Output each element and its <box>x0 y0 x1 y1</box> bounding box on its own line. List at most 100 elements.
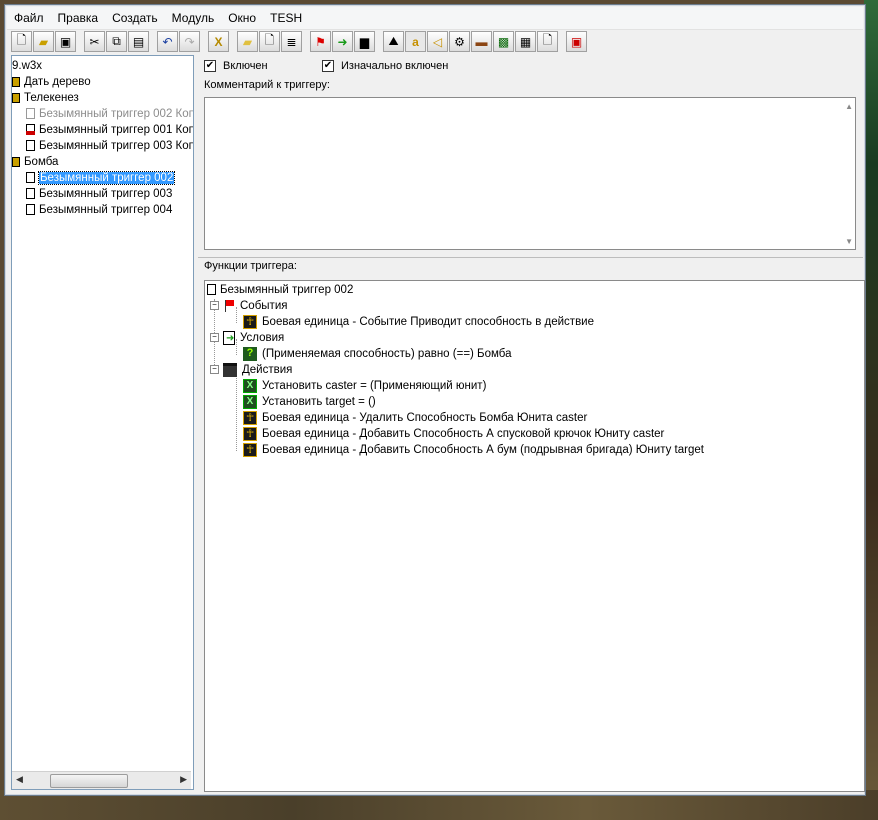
enabled-checkbox-row[interactable]: ✔ Включен <box>204 59 268 73</box>
action-item[interactable]: Боевая единица - Добавить Способность А … <box>243 426 664 442</box>
tree-trigger-item[interactable]: Безымянный триггер 003 <box>26 186 172 202</box>
panel-splitter[interactable] <box>198 257 863 264</box>
scrollbar-thumb[interactable] <box>50 774 128 788</box>
trigger-editor-button[interactable]: a <box>405 31 426 52</box>
sound-icon: ◁ <box>432 34 443 49</box>
action-item[interactable]: Боевая единица - Удалить Способность Бом… <box>243 410 587 426</box>
action-item[interactable]: Боевая единица - Добавить Способность А … <box>243 442 704 458</box>
event-item[interactable]: Боевая единица - Событие Приводит способ… <box>243 314 594 330</box>
action-item[interactable]: X Установить caster = (Применяющий юнит) <box>243 378 486 394</box>
tree-trigger-item[interactable]: Безымянный триггер 003 Копия <box>26 138 193 154</box>
events-node[interactable]: − События <box>210 298 287 314</box>
actions-label: Действия <box>242 364 293 376</box>
folder-icon <box>12 76 20 87</box>
toolbar: 🗋 ▰ ▣ ✂ ⧉ ▤ ↶ ↷ X ▰ 🗋 ≣ ⚑ ➜ ▆ ⛰ a ◁ ⚙ ▬ … <box>11 31 588 53</box>
tree-trigger-item-selected[interactable]: Безымянный триггер 002 <box>26 170 176 186</box>
scroll-left-icon[interactable]: ◀ <box>16 774 23 785</box>
tree-item-label: Бомба <box>24 156 59 168</box>
tree-folder-item[interactable]: Дать дерево <box>12 74 91 90</box>
new-document-icon: 🗋 <box>264 33 275 47</box>
trigger-icon <box>26 140 35 152</box>
new-button[interactable]: 🗋 <box>11 31 32 52</box>
unit-icon <box>243 442 257 458</box>
unit-icon <box>243 410 257 426</box>
test-map-button[interactable]: ▣ <box>566 31 587 52</box>
tree-item-label: Безымянный триггер 004 <box>39 204 173 216</box>
scroll-up-icon[interactable]: ▲ <box>845 102 853 111</box>
tree-folder-item[interactable]: Бомба <box>12 154 58 170</box>
condition-item[interactable]: ? (Применяемая способность) равно (==) Бо… <box>243 346 512 362</box>
tree-trigger-item[interactable]: Безымянный триггер 004 <box>26 202 172 218</box>
set-variable-icon: X <box>243 378 257 393</box>
unit-editor-icon: ▩ <box>497 34 510 49</box>
cut-button[interactable]: ✂ <box>84 31 105 52</box>
new-event-button[interactable]: ⚑ <box>310 31 331 52</box>
ai-editor-button[interactable]: ⚙ <box>449 31 470 52</box>
tree-folder-item[interactable]: Телекенез <box>12 90 79 106</box>
tree-item-label: Безымянный триггер 002 <box>37 171 176 185</box>
enabled-checkbox[interactable]: ✔ <box>204 60 216 72</box>
menu-create[interactable]: Создать <box>105 7 165 29</box>
desktop-wallpaper-right <box>864 0 878 820</box>
undo-button[interactable]: ↶ <box>157 31 178 52</box>
terrain-icon: ⛰ <box>388 34 399 48</box>
new-comment-button[interactable]: ≣ <box>281 31 302 52</box>
unit-icon <box>243 426 257 442</box>
trigger-editor-window: Файл Правка Создать Модуль Окно TESH 🗋 ▰… <box>4 4 866 796</box>
conditions-node[interactable]: − Условия <box>210 330 285 347</box>
tree-item-label: Дать дерево <box>24 76 91 88</box>
terrain-editor-button[interactable]: ⛰ <box>383 31 404 52</box>
ai-icon: ⚙ <box>454 34 465 49</box>
new-condition-button[interactable]: ➜ <box>332 31 353 52</box>
collapse-icon[interactable]: − <box>210 333 219 343</box>
unit-editor-button[interactable]: ▩ <box>493 31 514 52</box>
tree-trigger-item[interactable]: Безымянный триггер 001 Копия <box>26 122 194 138</box>
action-item[interactable]: X Установить target = () <box>243 394 376 410</box>
enabled-label: Включен <box>223 60 268 72</box>
menu-tesh[interactable]: TESH <box>263 7 309 29</box>
collapse-icon[interactable]: − <box>210 301 219 311</box>
tree-trigger-item[interactable]: Безымянный триггер 002 Копия <box>26 106 193 122</box>
book-icon: ▦ <box>519 34 532 49</box>
action-text: Установить caster = (Применяющий юнит) <box>262 380 487 392</box>
save-button[interactable]: ▣ <box>55 31 76 52</box>
sound-editor-button[interactable]: ◁ <box>427 31 448 52</box>
trigger-functions-tree[interactable]: Безымянный триггер 002 − События Боевая е… <box>204 280 865 792</box>
copy-button[interactable]: ⧉ <box>106 31 127 52</box>
redo-button[interactable]: ↷ <box>179 31 200 52</box>
copy-icon: ⧉ <box>112 34 121 48</box>
collapse-icon[interactable]: − <box>210 365 219 375</box>
trigger-icon <box>26 204 35 216</box>
object-editor-button[interactable]: ▬ <box>471 31 492 52</box>
tree-horizontal-scrollbar[interactable]: ◀ ▶ <box>12 771 191 789</box>
new-action-button[interactable]: ▆ <box>354 31 375 52</box>
menu-bar: Файл Правка Создать Модуль Окно TESH <box>7 7 863 30</box>
menu-edit[interactable]: Правка <box>51 7 106 29</box>
new-category-button[interactable]: ▰ <box>237 31 258 52</box>
set-variable-icon: X <box>243 394 257 409</box>
menu-window[interactable]: Окно <box>221 7 263 29</box>
folder-icon <box>12 156 20 167</box>
open-button[interactable]: ▰ <box>33 31 54 52</box>
close-x-button[interactable]: X <box>208 31 229 52</box>
comment-textarea[interactable]: ▲ ▼ <box>204 97 856 250</box>
menu-module[interactable]: Модуль <box>165 7 222 29</box>
close-x-icon: X <box>214 34 223 49</box>
object-manager-button[interactable]: ▦ <box>515 31 536 52</box>
paste-button[interactable]: ▤ <box>128 31 149 52</box>
new-trigger-button[interactable]: 🗋 <box>259 31 280 52</box>
trigger-root-node[interactable]: Безымянный триггер 002 <box>207 282 353 298</box>
open-icon: ▰ <box>38 34 49 49</box>
conditions-label: Условия <box>240 332 285 344</box>
menu-file[interactable]: Файл <box>7 7 51 29</box>
clapper-icon: ▆ <box>359 34 370 49</box>
actions-node[interactable]: − Действия <box>210 362 292 378</box>
scroll-down-icon[interactable]: ▼ <box>845 237 853 246</box>
import-manager-button[interactable]: 🗋 <box>537 31 558 52</box>
initially-on-checkbox[interactable]: ✔ <box>322 60 334 72</box>
initially-on-checkbox-row[interactable]: ✔ Изначально включен <box>322 59 448 73</box>
cut-icon: ✂ <box>89 34 100 49</box>
tree-item-map[interactable]: 9.w3x <box>12 58 42 74</box>
scroll-right-icon[interactable]: ▶ <box>180 774 187 785</box>
tree-item-label: Безымянный триггер 001 Копия <box>39 124 194 136</box>
